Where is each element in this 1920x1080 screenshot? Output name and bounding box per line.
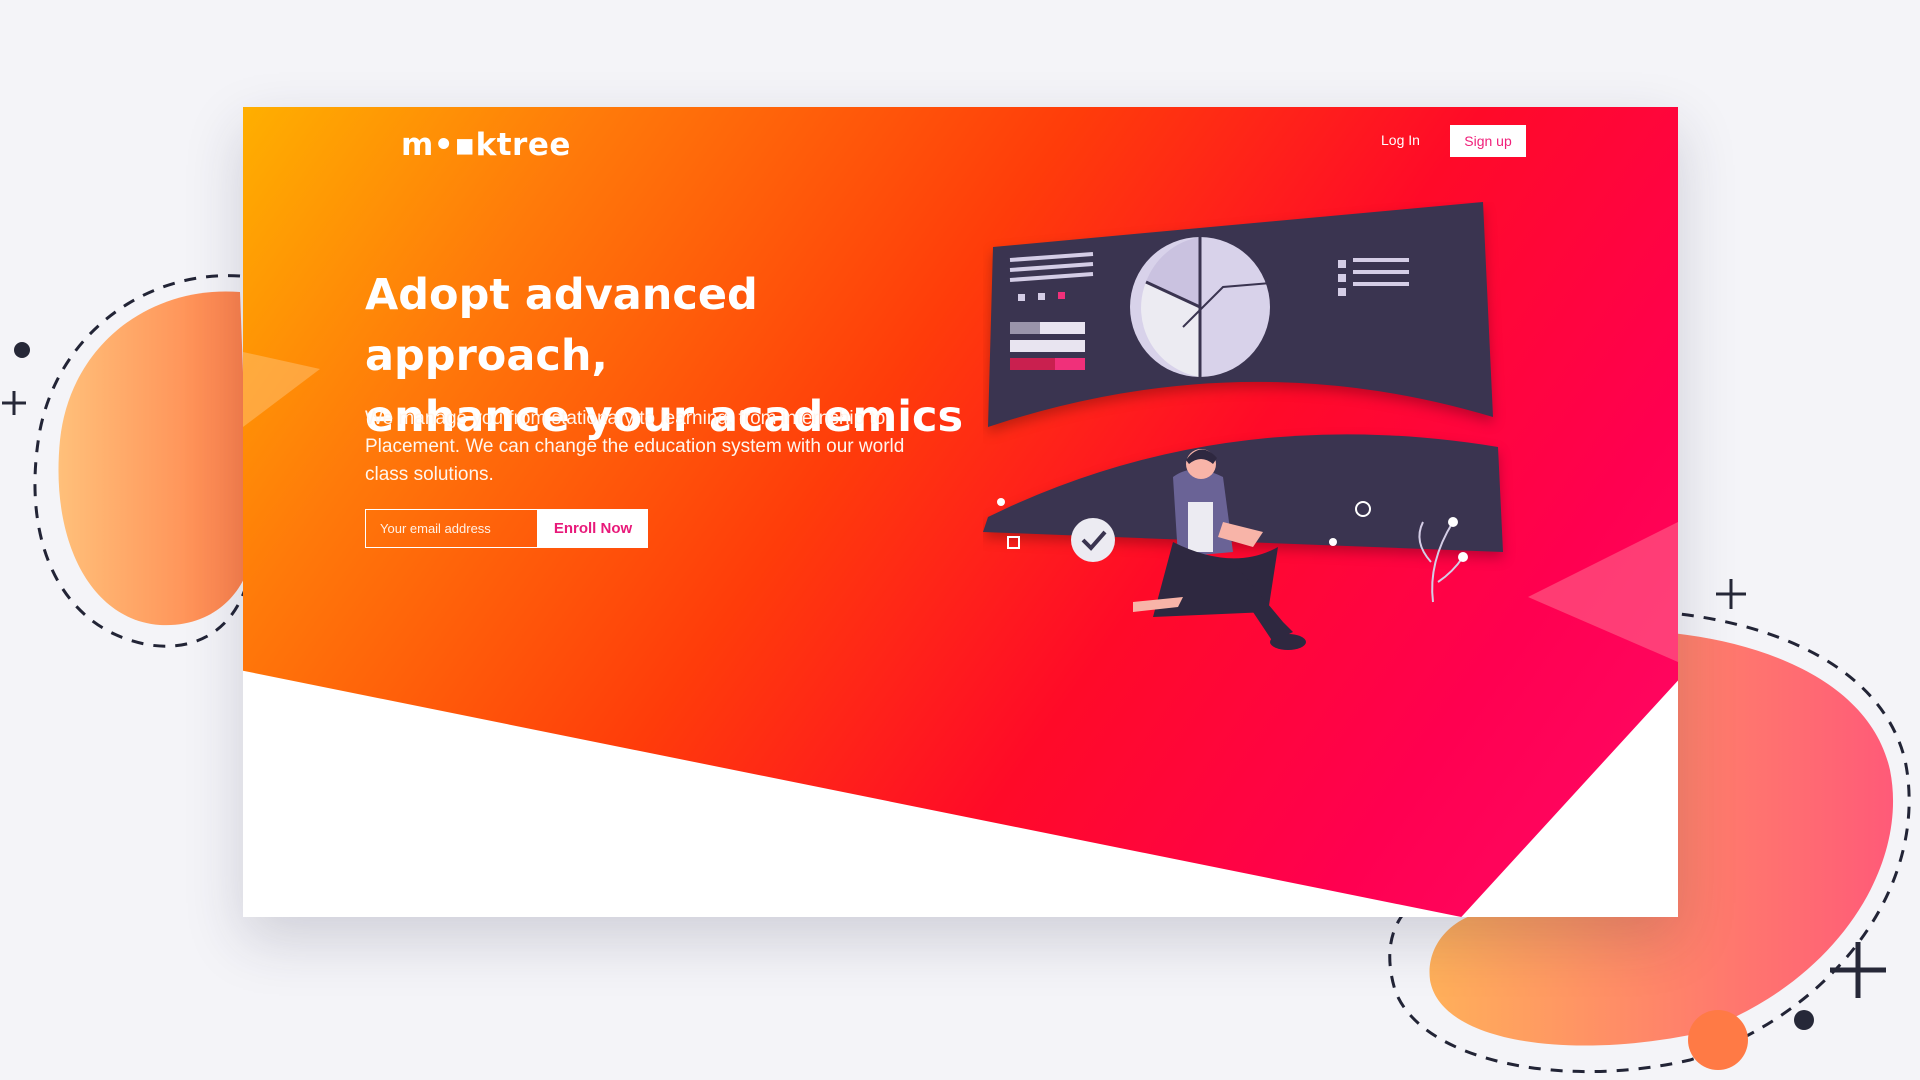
- left-plus-icon: [2, 391, 26, 415]
- brand-logo[interactable]: m•▪ktree: [401, 127, 571, 163]
- headline-line-1: Adopt advanced approach,: [365, 270, 758, 381]
- checkbox-square: [1007, 536, 1020, 549]
- signup-button[interactable]: Sign up: [1450, 125, 1526, 157]
- orange-circle: [1688, 1010, 1748, 1070]
- right-plus-small-icon: [1716, 579, 1746, 609]
- enroll-form: Enroll Now: [365, 509, 648, 548]
- left-blob: [58, 291, 251, 626]
- left-dot-icon: [14, 342, 30, 358]
- enroll-now-button[interactable]: Enroll Now: [538, 509, 648, 548]
- login-link[interactable]: Log In: [1381, 132, 1420, 148]
- right-plus-large-icon: [1830, 942, 1886, 998]
- checkmark-icon: [1071, 518, 1115, 562]
- email-input[interactable]: [365, 509, 538, 548]
- landing-page-frame: m•▪ktree Log In Sign up Adopt advanced a…: [243, 107, 1678, 917]
- right-dot-icon: [1794, 1010, 1814, 1030]
- dashboard-illustration: [983, 202, 1503, 650]
- progress-bar-2: [1010, 340, 1085, 352]
- hero-description: We manage you from stationary to learnin…: [365, 408, 905, 485]
